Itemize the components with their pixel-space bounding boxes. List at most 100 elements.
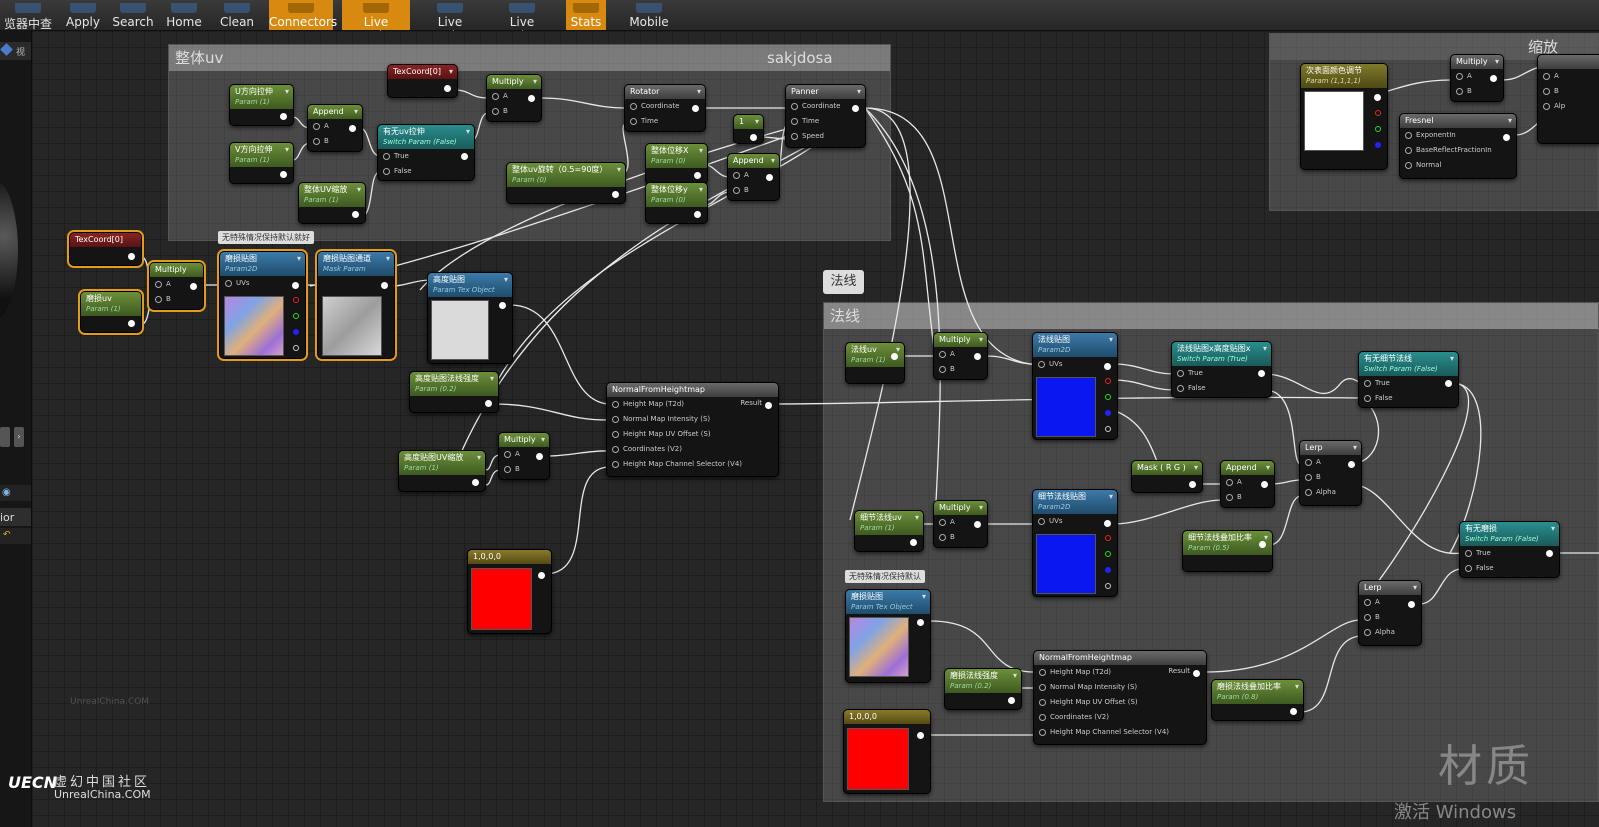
node-texcoord-left[interactable]: TexCoord[0] bbox=[69, 232, 142, 266]
a-pin[interactable] bbox=[1105, 583, 1111, 589]
r-pin[interactable] bbox=[1105, 535, 1111, 541]
output-pin[interactable] bbox=[612, 191, 619, 198]
node-wear-texture[interactable]: 磨损贴图 Param2D ▾ UVs bbox=[219, 251, 306, 359]
output-pin[interactable] bbox=[461, 153, 468, 160]
output-pin[interactable] bbox=[1104, 520, 1111, 527]
clean-up-button[interactable]: Clean Up bbox=[210, 0, 264, 43]
connectors-button[interactable]: Connectors bbox=[269, 0, 337, 30]
node-detail-texture[interactable]: 细节法线贴图 Param2D ▾ UVs bbox=[1032, 489, 1118, 597]
material-domain-row[interactable]: ior bbox=[0, 508, 31, 526]
output-pin[interactable] bbox=[1503, 134, 1510, 141]
node-multiply-3[interactable]: Multiply ▾ A B bbox=[498, 432, 550, 480]
node-u-stretch[interactable]: U方向拉伸 Param (1) ▾ bbox=[229, 84, 294, 126]
output-pin[interactable] bbox=[917, 619, 924, 626]
g-pin[interactable] bbox=[1105, 394, 1111, 400]
live-update-button[interactable]: Live Update bbox=[489, 0, 555, 43]
output-pin[interactable] bbox=[1189, 481, 1196, 488]
output-pin[interactable] bbox=[1258, 370, 1265, 377]
apply-button[interactable]: Apply bbox=[60, 0, 106, 30]
home-button[interactable]: Home bbox=[163, 0, 205, 30]
node-multiply-1[interactable]: Multiply ▾ A B bbox=[486, 74, 542, 122]
output-pin[interactable] bbox=[352, 211, 359, 218]
output-pin[interactable] bbox=[485, 400, 492, 407]
node-lerp-2[interactable]: Lerp ▾ A B Alpha bbox=[1358, 580, 1422, 646]
output-pin[interactable] bbox=[1261, 481, 1268, 488]
node-multiply-6[interactable]: Multiply ▾ A B bbox=[1450, 54, 1504, 102]
node-rotator[interactable]: Rotator ▾ Coordinate Time bbox=[624, 84, 706, 132]
output-pin[interactable] bbox=[974, 521, 981, 528]
node-detail-switch[interactable]: 有无细节法线 Switch Param (False) ▾ True False bbox=[1358, 351, 1459, 408]
output-pin[interactable] bbox=[1374, 94, 1381, 101]
output-pin[interactable] bbox=[292, 282, 299, 289]
node-wear-switch[interactable]: 有无磨损 Switch Param (False) ▾ True False bbox=[1459, 521, 1560, 578]
next-arrow-icon[interactable]: › bbox=[14, 427, 24, 447]
output-pin[interactable] bbox=[538, 572, 545, 579]
viewport-tab[interactable]: 视 bbox=[0, 42, 31, 60]
node-normal-switch[interactable]: 法线贴图x高度贴图x Switch Param (True) ▾ True Fals… bbox=[1171, 341, 1272, 398]
output-pin[interactable] bbox=[1408, 601, 1415, 608]
output-pin[interactable] bbox=[381, 282, 388, 289]
output-pin[interactable] bbox=[1104, 363, 1111, 370]
output-pin[interactable] bbox=[1546, 550, 1553, 557]
node-multiply-2[interactable]: Multiply A B bbox=[149, 262, 204, 310]
node-normal-uv[interactable]: 法线uv Param (1) ▾ bbox=[845, 342, 905, 384]
g-pin[interactable] bbox=[1375, 126, 1381, 132]
live-preview-button[interactable]: Live Preview bbox=[342, 0, 410, 43]
output-pin[interactable] bbox=[1008, 697, 1015, 704]
output-pin[interactable] bbox=[694, 211, 701, 218]
node-append-3[interactable]: Append ▾ A B bbox=[1220, 460, 1275, 508]
node-normal-from-heightmap-2[interactable]: NormalFromHeightmap Height Map (T2d) Nor… bbox=[1033, 650, 1207, 745]
output-pin[interactable] bbox=[694, 172, 701, 179]
output-pin[interactable] bbox=[1290, 708, 1297, 715]
r-pin[interactable] bbox=[1105, 378, 1111, 384]
node-panner[interactable]: Panner ▾ Coordinate Time Speed bbox=[785, 84, 866, 148]
node-lerp-1[interactable]: Lerp ▾ A B Alpha bbox=[1299, 440, 1362, 506]
node-height-intensity[interactable]: 高度贴图法线强度 Param (0.2) ▾ bbox=[409, 371, 499, 413]
node-uv-switch[interactable]: 有无uv拉伸 Switch Param (False) ▾ True False bbox=[377, 124, 475, 181]
node-offset-y[interactable]: 整体位移y Param (0) ▾ bbox=[645, 182, 708, 224]
output-pin[interactable] bbox=[128, 320, 135, 327]
output-pin[interactable] bbox=[349, 125, 356, 132]
node-uv-rotation[interactable]: 整体uv旋转（0.5=90度） Param (0) ▾ bbox=[506, 162, 626, 204]
node-wear-texture-2[interactable]: 磨损贴图 Param Tex Object ▾ bbox=[845, 589, 931, 683]
output-pin[interactable] bbox=[1490, 75, 1497, 82]
output-pin[interactable] bbox=[280, 171, 287, 178]
b-pin[interactable] bbox=[1375, 142, 1381, 148]
output-pin[interactable] bbox=[1348, 461, 1355, 468]
node-mask-rg[interactable]: Mask ( R G ) ▾ bbox=[1131, 460, 1203, 493]
output-pin[interactable] bbox=[974, 353, 981, 360]
output-pin[interactable] bbox=[1259, 541, 1266, 548]
node-multiply-5[interactable]: Multiply ▾ A B bbox=[933, 500, 988, 548]
output-pin[interactable] bbox=[444, 85, 451, 92]
scroll-button[interactable] bbox=[0, 427, 10, 447]
node-offset-x[interactable]: 整体位移X Param (0) ▾ bbox=[645, 143, 708, 185]
find-in-browser-button[interactable]: 览器中查找 bbox=[0, 0, 56, 48]
reset-row[interactable]: ↶ bbox=[0, 528, 31, 544]
node-append-1[interactable]: Append ▾ A B bbox=[307, 104, 363, 152]
output-pin[interactable] bbox=[917, 732, 924, 739]
b-pin[interactable] bbox=[293, 329, 299, 335]
a-pin[interactable] bbox=[293, 345, 299, 351]
node-right-edge[interactable]: A B Alp bbox=[1537, 54, 1599, 144]
g-pin[interactable] bbox=[293, 313, 299, 319]
output-pin[interactable] bbox=[692, 105, 699, 112]
a-pin[interactable] bbox=[1105, 426, 1111, 432]
node-normal-from-heightmap-1[interactable]: NormalFromHeightmap Height Map (T2d) Nor… bbox=[606, 382, 779, 477]
output-pin[interactable] bbox=[128, 253, 135, 260]
node-fresnel[interactable]: Fresnel ▾ ExponentIn BaseReflectFractionI… bbox=[1399, 113, 1517, 179]
output-pin[interactable] bbox=[280, 113, 287, 120]
output-pin[interactable] bbox=[766, 174, 773, 181]
output-pin[interactable] bbox=[750, 134, 757, 141]
node-uv-scale[interactable]: 整体UV缩放 Param (1) ▾ bbox=[298, 182, 366, 224]
node-subsurface-color[interactable]: 次表面颜色调节 Param (1,1,1,1) bbox=[1300, 63, 1388, 170]
comment-normal-tag[interactable]: 法线 bbox=[823, 270, 864, 294]
g-pin[interactable] bbox=[1105, 551, 1111, 557]
node-vector-red-1[interactable]: 1,0,0,0 bbox=[467, 549, 552, 634]
node-detail-blend[interactable]: 细节法线叠加比率 Param (0.5) ▾ bbox=[1182, 530, 1273, 572]
output-pin[interactable] bbox=[891, 353, 898, 360]
node-wear-uv[interactable]: 磨损uv Param (1) bbox=[80, 291, 142, 333]
b-pin[interactable] bbox=[1105, 410, 1111, 416]
r-pin[interactable] bbox=[293, 297, 299, 303]
node-texcoord-top[interactable]: TexCoord[0] ▾ bbox=[387, 64, 458, 98]
node-wear-blend[interactable]: 磨损法线叠加比率 Param (0.8) ▾ bbox=[1211, 679, 1304, 721]
